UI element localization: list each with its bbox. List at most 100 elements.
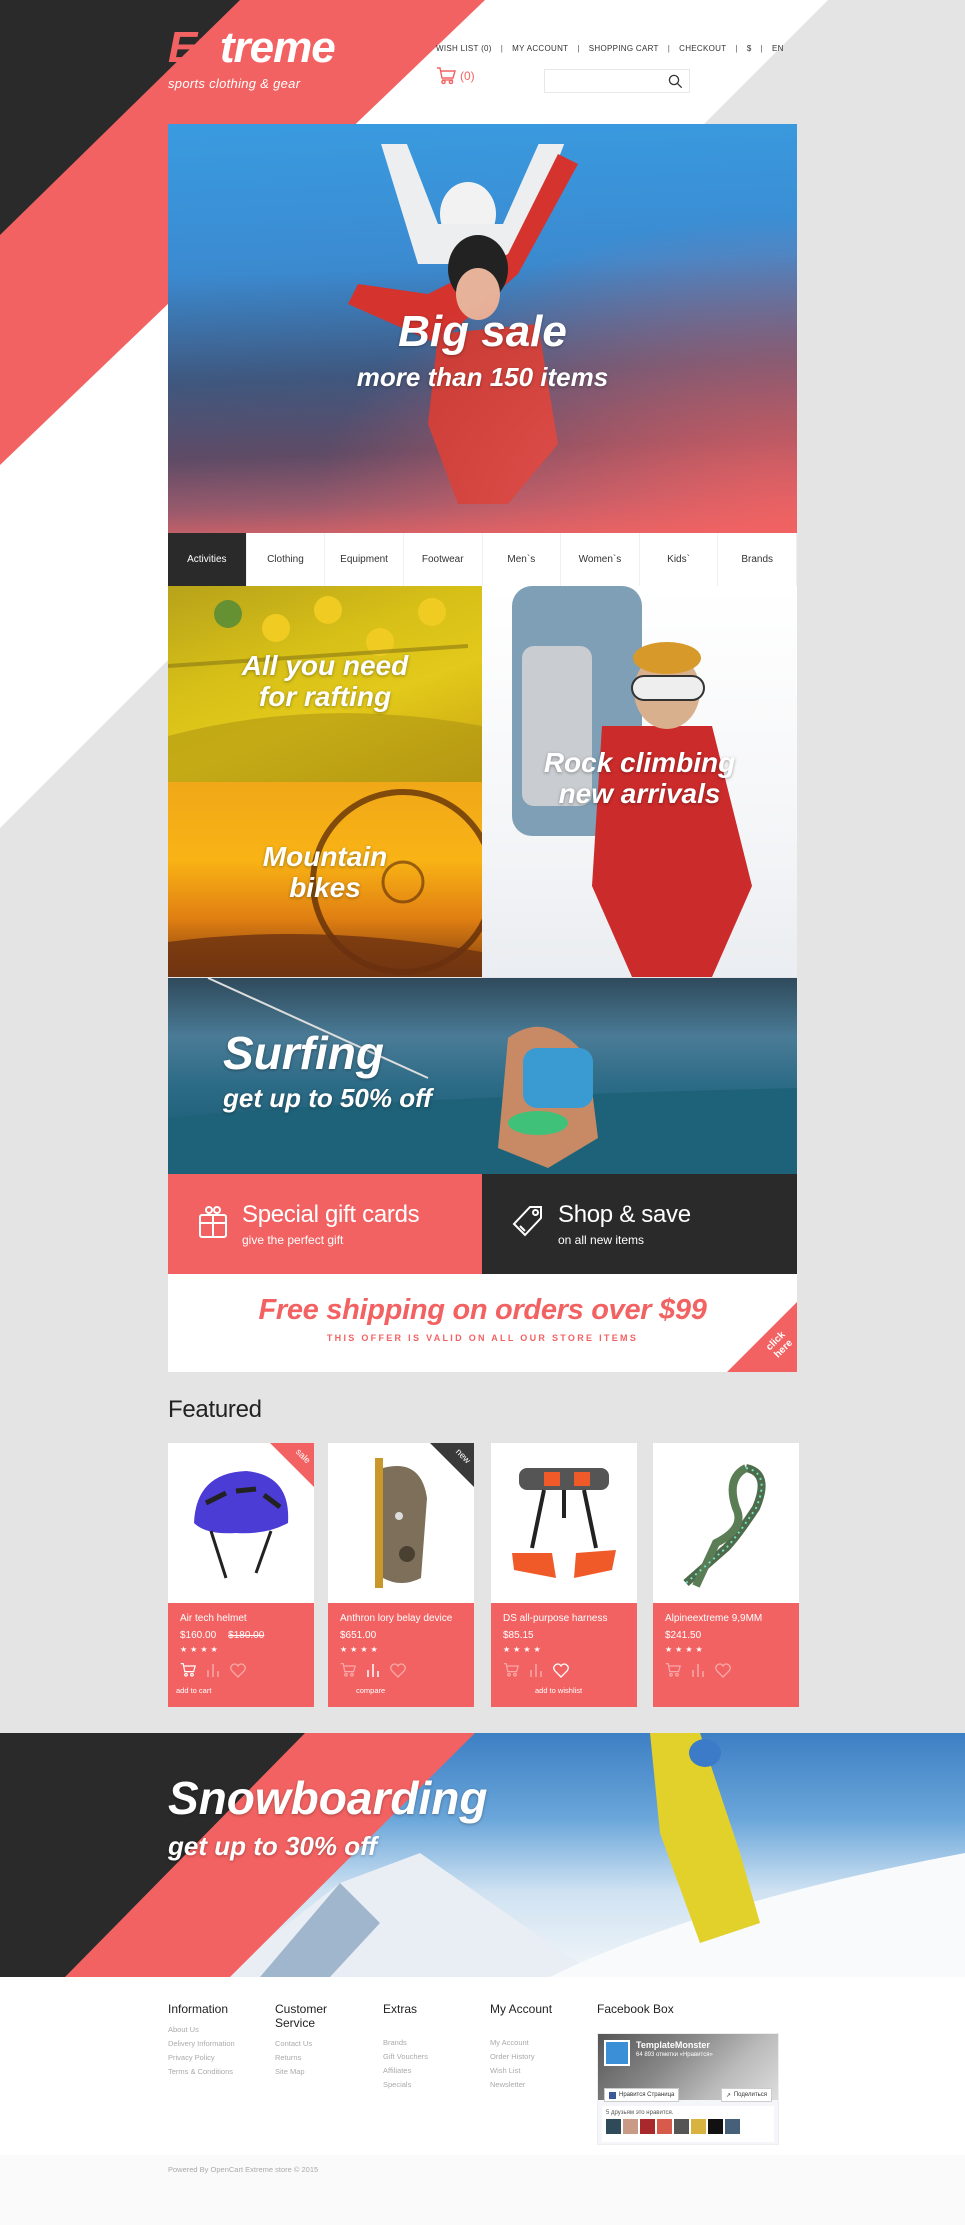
nav-item-kids[interactable]: Kids` [640, 533, 719, 586]
footer-link[interactable]: Terms & Conditions [168, 2067, 235, 2076]
hero-subtitle: more than 150 items [356, 362, 609, 392]
add-to-cart-button[interactable] [180, 1662, 196, 1683]
facebook-share-button[interactable]: ↗ Поделиться [720, 2088, 772, 2102]
hero-banner[interactable]: Big sale more than 150 items [168, 124, 797, 533]
footer-link[interactable]: Wish List [490, 2066, 552, 2075]
facebook-widget[interactable]: TemplateMonster 64 893 отметки «Нравится… [597, 2033, 779, 2145]
product-card[interactable]: sale Air tech helmet $160.00 $180.00 ★★★★… [168, 1443, 314, 1707]
footer: Information About Us Delivery Informatio… [0, 1977, 965, 2155]
nav-item-equipment[interactable]: Equipment [325, 533, 404, 586]
footer-link[interactable]: My Account [490, 2038, 552, 2047]
separator: | [735, 44, 738, 53]
product-card[interactable]: Alpineextreme 9,9MM $241.50 ★★★★ [653, 1443, 799, 1707]
product-rating: ★★★★ [180, 1645, 221, 1654]
footer-link[interactable]: Contact Us [275, 2039, 345, 2048]
add-to-cart-button[interactable] [665, 1662, 681, 1683]
wish-list-link[interactable]: WISH LIST (0) [436, 44, 492, 53]
gift-cards-promo[interactable]: Special gift cards give the perfect gift [168, 1174, 482, 1274]
currency-selector[interactable]: $ [747, 44, 752, 53]
friend-avatar[interactable] [640, 2119, 655, 2134]
wishlist-button[interactable] [230, 1662, 246, 1683]
footer-link[interactable]: Delivery Information [168, 2039, 235, 2048]
snowboarding-image [0, 1733, 965, 1977]
add-to-cart-button[interactable] [503, 1662, 519, 1683]
snowboarding-banner[interactable]: Snowboarding get up to 30% off [0, 1733, 965, 1977]
cart-icon [665, 1663, 681, 1677]
rock-climbing-tile[interactable]: Rock climbing new arrivals [482, 586, 797, 977]
cart-icon [180, 1663, 196, 1677]
footer-link[interactable]: Brands [383, 2038, 428, 2047]
compare-icon [207, 1664, 219, 1677]
nav-item-footwear[interactable]: Footwear [404, 533, 483, 586]
shop-save-promo[interactable]: Shop & save on all new items [482, 1174, 797, 1274]
product-name[interactable]: DS all-purpose harness [503, 1613, 625, 1624]
product-image[interactable] [491, 1443, 637, 1603]
surfing-title: Surfing [223, 1027, 384, 1079]
product-card[interactable]: new Anthron lory belay device $651.00 ★★… [328, 1443, 474, 1707]
cart-button[interactable]: (0) [436, 67, 475, 85]
facebook-friends-text: 5 друзьям это нравится. [606, 2110, 674, 2116]
nav-item-mens[interactable]: Men`s [483, 533, 562, 586]
language-selector[interactable]: EN [772, 44, 784, 53]
product-image[interactable] [653, 1443, 799, 1603]
friend-avatar[interactable] [606, 2119, 621, 2134]
surfing-tile[interactable]: Surfing get up to 50% off [168, 978, 797, 1174]
product-name[interactable]: Alpineextreme 9,9MM [665, 1613, 787, 1624]
nav-item-brands[interactable]: Brands [718, 533, 797, 586]
my-account-link[interactable]: MY ACCOUNT [512, 44, 568, 53]
compare-button[interactable] [366, 1662, 380, 1683]
shopping-cart-link[interactable]: SHOPPING CART [589, 44, 659, 53]
sale-badge [270, 1443, 314, 1487]
friend-avatar[interactable] [691, 2119, 706, 2134]
search-icon[interactable] [668, 74, 683, 89]
wishlist-button[interactable] [715, 1662, 731, 1683]
compare-button[interactable] [529, 1662, 543, 1683]
add-to-cart-button[interactable] [340, 1662, 356, 1683]
friend-avatar[interactable] [657, 2119, 672, 2134]
checkout-link[interactable]: CHECKOUT [679, 44, 726, 53]
logo-title: Extreme [168, 23, 336, 72]
shop-title: Shop & save [558, 1201, 691, 1228]
nav-item-activities[interactable]: Activities [168, 533, 247, 586]
footer-link[interactable]: Privacy Policy [168, 2053, 235, 2062]
friend-avatar[interactable] [674, 2119, 689, 2134]
search-input[interactable] [545, 70, 663, 92]
footer-link[interactable]: Specials [383, 2080, 428, 2089]
friend-avatar[interactable] [725, 2119, 740, 2134]
copyright-bar: Powered By OpenCart Extreme store © 2015 [0, 2155, 965, 2225]
nav-item-clothing[interactable]: Clothing [247, 533, 326, 586]
footer-link[interactable]: Affiliates [383, 2066, 428, 2075]
friend-avatar[interactable] [623, 2119, 638, 2134]
product-price: $85.15 [503, 1630, 534, 1641]
search-box [544, 69, 690, 93]
separator: | [667, 44, 671, 53]
facebook-page-avatar[interactable] [604, 2040, 630, 2066]
footer-link[interactable]: Order History [490, 2052, 552, 2061]
product-name[interactable]: Air tech helmet [180, 1613, 302, 1624]
footer-link[interactable]: About Us [168, 2025, 235, 2034]
friend-avatar[interactable] [708, 2119, 723, 2134]
rafting-tile[interactable]: All you need for rafting [168, 586, 482, 782]
snowboarding-title: Snowboarding [168, 1772, 488, 1824]
top-links: WISH LIST (0) | MY ACCOUNT | SHOPPING CART… [436, 44, 784, 53]
wishlist-button[interactable] [553, 1662, 569, 1683]
product-card[interactable]: DS all-purpose harness $85.15 ★★★★ add t… [491, 1443, 637, 1707]
logo[interactable]: Extreme sports clothing & gear [168, 23, 336, 92]
tag-icon [512, 1206, 542, 1237]
rope-image [683, 1464, 766, 1588]
compare-button[interactable] [691, 1662, 705, 1683]
facebook-like-button[interactable]: Нравится Страница [604, 2088, 680, 2102]
harness-image [512, 1468, 616, 1578]
mountain-bikes-tile[interactable]: Mountain bikes [168, 782, 482, 977]
heart-icon [230, 1662, 246, 1678]
footer-link[interactable]: Site Map [275, 2067, 345, 2076]
shop-subtitle: on all new items [558, 1233, 645, 1247]
nav-item-womens[interactable]: Women`s [561, 533, 640, 586]
footer-link[interactable]: Returns [275, 2053, 345, 2062]
compare-button[interactable] [206, 1662, 220, 1683]
product-name[interactable]: Anthron lory belay device [340, 1613, 462, 1624]
wishlist-button[interactable] [390, 1662, 406, 1683]
footer-link[interactable]: Newsletter [490, 2080, 552, 2089]
footer-link[interactable]: Gift Vouchers [383, 2052, 428, 2061]
facebook-page-name[interactable]: TemplateMonster [636, 2040, 710, 2050]
